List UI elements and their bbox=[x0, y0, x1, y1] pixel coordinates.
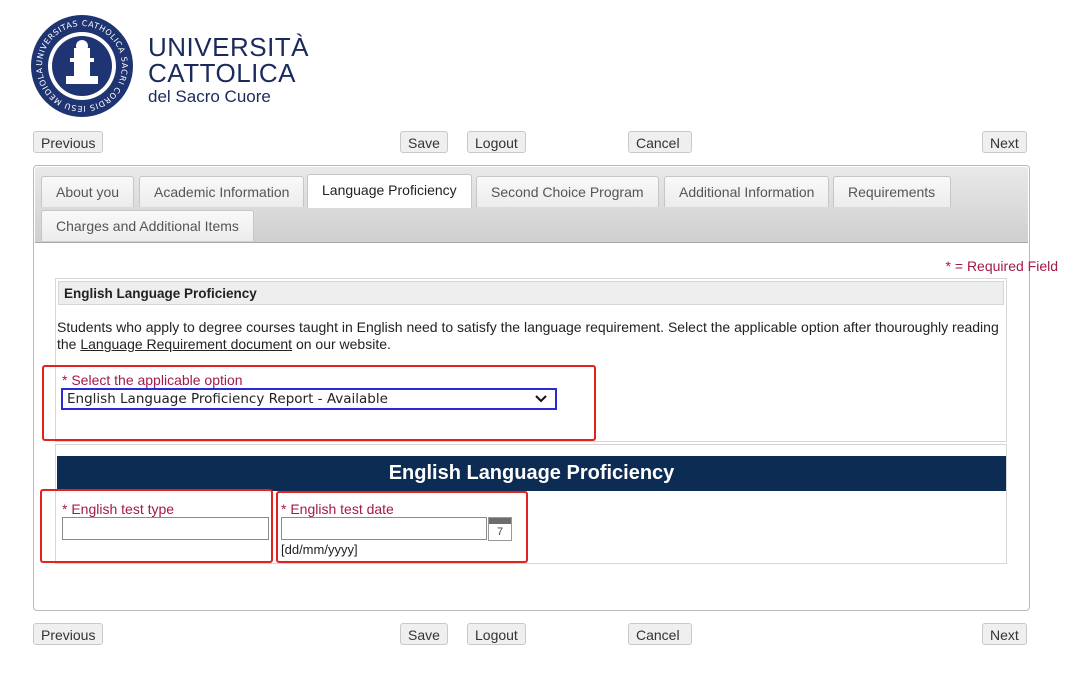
logout-button-bottom[interactable]: Logout bbox=[467, 623, 526, 645]
previous-button-top[interactable]: Previous bbox=[33, 131, 104, 153]
next-button-top[interactable]: Next bbox=[982, 131, 1027, 153]
test-date-highlight-box bbox=[276, 491, 528, 563]
required-field-note: * = Required Field bbox=[945, 258, 1058, 274]
tab-requirements[interactable]: Requirements bbox=[833, 176, 951, 207]
test-type-highlight-box bbox=[40, 489, 273, 563]
cancel-button-bottom[interactable]: Cancel bbox=[628, 623, 692, 645]
cancel-button-top[interactable]: Cancel bbox=[628, 131, 692, 153]
university-wordmark: UNIVERSITÀ CATTOLICA del Sacro Cuore bbox=[148, 34, 309, 105]
select-highlight-box bbox=[42, 365, 596, 441]
section-description: Students who apply to degree courses tau… bbox=[57, 319, 1007, 353]
desc-text-after: on our website. bbox=[292, 336, 391, 352]
logout-button-top[interactable]: Logout bbox=[467, 131, 526, 153]
section-title: English Language Proficiency bbox=[58, 281, 1004, 305]
proficiency-banner: English Language Proficiency bbox=[57, 456, 1006, 491]
tab-additional-information[interactable]: Additional Information bbox=[664, 176, 830, 207]
university-seal-logo: UNIVERSITAS CATHOLICA SACRI CORDIS IESU … bbox=[27, 7, 134, 118]
save-button-bottom[interactable]: Save bbox=[400, 623, 448, 645]
language-requirement-link[interactable]: Language Requirement document bbox=[80, 336, 292, 352]
previous-button-bottom[interactable]: Previous bbox=[33, 623, 104, 645]
tab-charges-and-additional-items[interactable]: Charges and Additional Items bbox=[41, 210, 254, 241]
next-button-bottom[interactable]: Next bbox=[982, 623, 1027, 645]
save-button-top[interactable]: Save bbox=[400, 131, 448, 153]
tab-language-proficiency[interactable]: Language Proficiency bbox=[307, 174, 472, 208]
wordmark-line1: UNIVERSITÀ bbox=[148, 32, 310, 62]
tab-second-choice-program[interactable]: Second Choice Program bbox=[476, 176, 659, 207]
tab-about-you[interactable]: About you bbox=[41, 176, 135, 207]
wordmark-line2: CATTOLICA bbox=[148, 58, 297, 88]
tab-academic-information[interactable]: Academic Information bbox=[139, 176, 305, 207]
wordmark-line3: del Sacro Cuore bbox=[148, 87, 271, 106]
tab-bar: About you Academic Information Language … bbox=[35, 167, 1028, 243]
